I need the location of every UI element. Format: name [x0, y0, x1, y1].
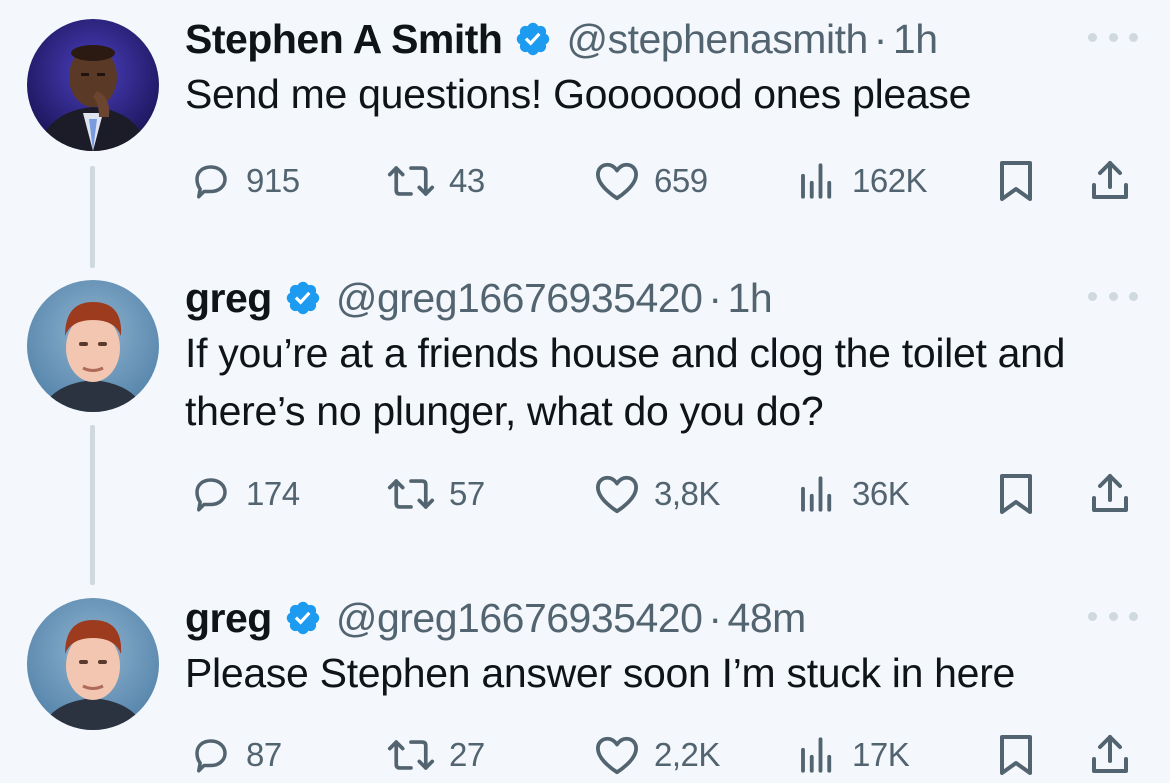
views-button[interactable]: 17K	[796, 732, 910, 778]
action-bar: 915 43 659 162K	[0, 158, 1170, 204]
author-name[interactable]: greg	[185, 275, 272, 322]
like-icon	[596, 736, 638, 775]
like-button[interactable]: 659	[594, 158, 708, 204]
tweet-text: If you’re at a friends house and clog th…	[185, 330, 1066, 434]
retweet-button[interactable]: 43	[387, 158, 485, 204]
like-icon	[596, 162, 638, 201]
reply-button[interactable]: 174	[190, 471, 300, 517]
author-handle[interactable]: @stephenasmith	[566, 16, 868, 63]
bookmark-button[interactable]	[996, 732, 1036, 778]
action-bar: 87 27 2,2K 17K	[0, 732, 1170, 778]
author-name[interactable]: greg	[185, 595, 272, 642]
views-count: 162K	[852, 162, 928, 199]
share-button[interactable]	[1088, 732, 1132, 778]
retweet-count: 27	[449, 736, 485, 773]
reply-button[interactable]: 915	[190, 158, 300, 204]
tweet-text: Send me questions! Gooooood ones please	[185, 71, 972, 117]
author-name[interactable]: Stephen A Smith	[185, 16, 503, 63]
tweet-header: Stephen A Smith @stephenasmith · 1h	[185, 15, 938, 63]
verified-badge-icon	[286, 601, 320, 635]
views-icon	[801, 163, 832, 199]
retweet-button[interactable]: 57	[387, 471, 485, 517]
action-bar: 174 57 3,8K 36K	[0, 471, 1170, 517]
author-handle[interactable]: @greg16676935420	[336, 275, 703, 322]
share-icon	[1092, 735, 1128, 773]
reply-icon	[195, 165, 227, 199]
reply-count: 174	[246, 475, 300, 512]
tweet-header: greg @greg16676935420 · 48m	[185, 594, 806, 642]
views-count: 36K	[852, 475, 910, 512]
retweet-count: 57	[449, 475, 485, 512]
verified-badge-icon	[517, 22, 550, 56]
like-count: 2,2K	[654, 736, 720, 773]
bookmark-icon	[1000, 474, 1032, 514]
avatar[interactable]	[27, 598, 159, 730]
like-button[interactable]: 2,2K	[594, 732, 720, 778]
verified-badge-icon	[286, 281, 320, 315]
views-icon	[801, 476, 832, 512]
retweet-count: 43	[449, 162, 485, 199]
bookmark-icon	[1000, 735, 1032, 775]
tweet-text: Please Stephen answer soon I’m stuck in …	[185, 650, 1016, 696]
timestamp[interactable]: 1h	[893, 16, 938, 63]
retweet-icon	[387, 479, 435, 509]
share-button[interactable]	[1088, 471, 1132, 517]
views-icon	[801, 737, 832, 773]
retweet-icon	[387, 166, 435, 196]
separator: ·	[873, 15, 888, 62]
avatar[interactable]	[27, 19, 159, 151]
like-icon	[596, 475, 638, 514]
share-icon	[1092, 161, 1128, 199]
separator: ·	[708, 274, 722, 321]
author-handle[interactable]: @greg16676935420	[336, 595, 703, 642]
reply-icon	[195, 739, 227, 773]
reply-button[interactable]: 87	[190, 732, 282, 778]
bookmark-icon	[1000, 161, 1032, 201]
views-button[interactable]: 162K	[796, 158, 928, 204]
like-count: 3,8K	[654, 475, 720, 512]
share-button[interactable]	[1088, 158, 1132, 204]
share-icon	[1092, 474, 1128, 512]
more-icon[interactable]	[1088, 290, 1138, 302]
separator: ·	[708, 594, 722, 641]
like-count: 659	[654, 162, 708, 199]
reply-count: 915	[246, 162, 300, 199]
avatar[interactable]	[27, 280, 159, 412]
views-count: 17K	[852, 736, 910, 773]
views-button[interactable]: 36K	[796, 471, 910, 517]
like-button[interactable]: 3,8K	[594, 471, 720, 517]
more-icon[interactable]	[1088, 610, 1138, 622]
more-icon[interactable]	[1088, 31, 1138, 43]
bookmark-button[interactable]	[996, 158, 1036, 204]
reply-icon	[195, 478, 227, 512]
tweet-header: greg @greg16676935420 · 1h	[185, 274, 773, 322]
bookmark-button[interactable]	[996, 471, 1036, 517]
retweet-button[interactable]: 27	[387, 732, 485, 778]
timestamp[interactable]: 48m	[728, 595, 807, 642]
timestamp[interactable]: 1h	[728, 275, 773, 322]
reply-count: 87	[246, 736, 282, 773]
retweet-icon	[387, 740, 435, 770]
